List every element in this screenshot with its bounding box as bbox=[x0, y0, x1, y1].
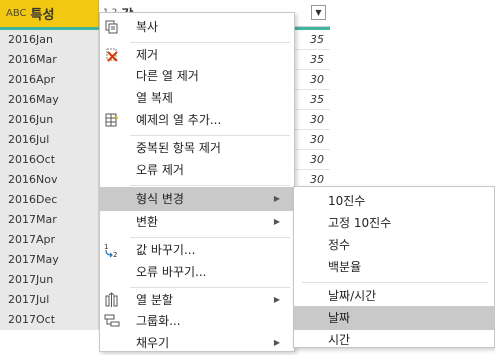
table-cell[interactable]: 2017Jul bbox=[0, 290, 99, 310]
submenu-separator bbox=[302, 282, 488, 283]
submenu-item-fixed-decimal[interactable]: 고정 10진수 bbox=[294, 211, 494, 235]
svg-text:2: 2 bbox=[113, 251, 117, 258]
submenu-item-time[interactable]: 시간 bbox=[294, 328, 494, 352]
copy-icon bbox=[104, 19, 120, 35]
submenu-arrow-icon: ▶ bbox=[273, 217, 280, 226]
menu-item-label: 값 바꾸기... bbox=[136, 243, 196, 257]
change-type-submenu: 10진수 고정 10진수 정수 백분율 날짜/시간 날짜 시간 bbox=[293, 186, 495, 348]
column-context-menu: 복사 제거 다른 열 제거 열 복제 예제의 열 추가... 중복된 항목 제거… bbox=[99, 12, 295, 352]
submenu-item-whole-number[interactable]: 정수 bbox=[294, 233, 494, 257]
menu-item-remove-errors[interactable]: 오류 제거 bbox=[100, 158, 294, 182]
table-cell[interactable]: 2016Oct bbox=[0, 150, 99, 170]
table-cell[interactable]: 2016Dec bbox=[0, 190, 99, 210]
table-cell[interactable]: 2017Apr bbox=[0, 230, 99, 250]
menu-item-copy[interactable]: 복사 bbox=[100, 15, 294, 39]
submenu-item-label: 날짜/시간 bbox=[328, 289, 377, 303]
menu-item-duplicate-column[interactable]: 열 복제 bbox=[100, 86, 294, 110]
table-cell[interactable]: 2016Jan bbox=[0, 30, 99, 50]
table-cell[interactable]: 2016Jul bbox=[0, 130, 99, 150]
replace-values-icon: 12 bbox=[104, 242, 120, 258]
menu-item-replace-errors[interactable]: 오류 바꾸기... bbox=[100, 260, 294, 284]
submenu-arrow-icon: ▶ bbox=[273, 194, 280, 203]
menu-item-label: 예제의 열 추가... bbox=[136, 113, 222, 127]
table-cell[interactable]: 2017Jun bbox=[0, 270, 99, 290]
menu-item-label: 다른 열 제거 bbox=[136, 69, 199, 83]
menu-item-change-type[interactable]: 형식 변경 ▶ bbox=[100, 187, 294, 211]
table-cell[interactable]: 2016Jun bbox=[0, 110, 99, 130]
menu-item-fill[interactable]: 채우기 ▶ bbox=[100, 331, 294, 355]
menu-item-label: 열 복제 bbox=[136, 91, 173, 105]
menu-item-label: 형식 변경 bbox=[136, 192, 184, 206]
table-cell[interactable]: 2017Mar bbox=[0, 210, 99, 230]
submenu-item-label: 정수 bbox=[328, 238, 351, 252]
menu-item-label: 그룹화... bbox=[136, 314, 181, 328]
table-cell[interactable]: 2016Mar bbox=[0, 50, 99, 70]
submenu-item-percentage[interactable]: 백분율 bbox=[294, 255, 494, 279]
menu-item-add-column-from-examples[interactable]: 예제의 열 추가... bbox=[100, 108, 294, 132]
submenu-item-label: 날짜 bbox=[328, 311, 351, 325]
remove-column-icon bbox=[104, 47, 120, 63]
table-cell[interactable]: 2016May bbox=[0, 90, 99, 110]
submenu-item-decimal-number[interactable]: 10진수 bbox=[294, 189, 494, 213]
submenu-item-label: 시간 bbox=[328, 333, 351, 347]
column-from-examples-icon bbox=[104, 112, 120, 128]
menu-item-label: 오류 바꾸기... bbox=[136, 265, 207, 279]
menu-item-label: 오류 제거 bbox=[136, 163, 184, 177]
column-header-특성[interactable]: ABC 특성 bbox=[0, 0, 99, 27]
menu-item-label: 중복된 항목 제거 bbox=[136, 141, 221, 155]
menu-item-label: 복사 bbox=[136, 20, 159, 34]
submenu-item-date[interactable]: 날짜 bbox=[294, 306, 494, 330]
text-type-icon[interactable]: ABC bbox=[6, 8, 27, 19]
table-cell[interactable]: 2017May bbox=[0, 250, 99, 270]
menu-item-remove-other-columns[interactable]: 다른 열 제거 bbox=[100, 64, 294, 88]
filter-dropdown-icon[interactable]: ▼ bbox=[311, 5, 326, 20]
svg-text:1: 1 bbox=[104, 243, 108, 251]
submenu-item-label: 백분율 bbox=[328, 260, 362, 274]
submenu-item-date-time[interactable]: 날짜/시간 bbox=[294, 284, 494, 308]
submenu-item-label: 고정 10진수 bbox=[328, 216, 392, 230]
group-by-icon bbox=[104, 313, 120, 329]
menu-item-remove-duplicates[interactable]: 중복된 항목 제거 bbox=[100, 136, 294, 160]
submenu-arrow-icon: ▶ bbox=[273, 338, 280, 347]
table-cell[interactable]: 2016Apr bbox=[0, 70, 99, 90]
split-column-icon bbox=[104, 292, 120, 308]
menu-item-label: 채우기 bbox=[136, 336, 170, 350]
submenu-item-label: 10진수 bbox=[328, 194, 366, 208]
menu-separator bbox=[130, 185, 290, 186]
table-cell[interactable]: 2017Oct bbox=[0, 310, 99, 330]
table-cell[interactable]: 2016Nov bbox=[0, 170, 99, 190]
menu-item-transform[interactable]: 변환 ▶ bbox=[100, 210, 294, 234]
menu-item-group-by[interactable]: 그룹화... bbox=[100, 309, 294, 333]
menu-item-label: 변환 bbox=[136, 215, 159, 229]
menu-item-replace-values[interactable]: 12 값 바꾸기... bbox=[100, 238, 294, 262]
column-header-label: 특성 bbox=[30, 8, 55, 23]
